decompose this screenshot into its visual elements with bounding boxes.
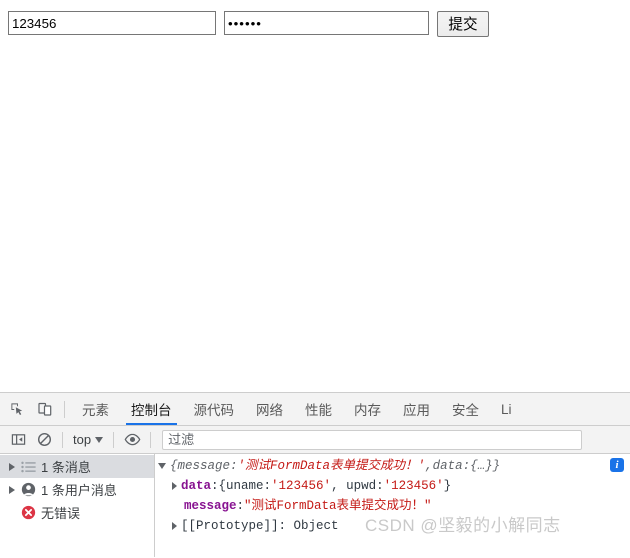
messages-list-icon bbox=[18, 461, 38, 473]
log-colon: : bbox=[230, 459, 238, 473]
tab-label: 网络 bbox=[256, 403, 283, 418]
log-prototype-label: [[Prototype]]: Object bbox=[181, 519, 339, 533]
tab-sources[interactable]: 源代码 bbox=[183, 393, 246, 425]
log-prop-value-message: "测试FormData表单提交成功！" bbox=[244, 499, 432, 513]
log-data-close: } bbox=[443, 479, 452, 493]
tab-label: 内存 bbox=[354, 403, 381, 418]
console-output: { message : '测试FormData表单提交成功！' , data :… bbox=[155, 454, 630, 557]
console-toolbar-divider-3 bbox=[150, 431, 152, 448]
user-message-icon bbox=[18, 482, 38, 497]
chevron-down-icon bbox=[95, 436, 104, 443]
log-prop-key-message: message bbox=[184, 499, 237, 513]
console-toolbar-divider bbox=[62, 431, 63, 448]
log-entry-root[interactable]: { message : '测试FormData表单提交成功！' , data :… bbox=[155, 456, 630, 476]
console-filter-input[interactable] bbox=[162, 429, 583, 450]
devtools-tabbar: 元素 控制台 源代码 网络 性能 内存 应用 安全 Li bbox=[0, 393, 630, 426]
log-entry-message: message : "测试FormData表单提交成功！" bbox=[155, 496, 630, 516]
log-entry-prototype[interactable]: [[Prototype]]: Object bbox=[155, 516, 630, 536]
log-data-uname-value: '123456' bbox=[271, 479, 332, 493]
toolbar-divider bbox=[64, 400, 65, 418]
tab-memory[interactable]: 内存 bbox=[343, 393, 392, 425]
sidebar-item-label: 无错误 bbox=[41, 506, 81, 521]
inspect-element-icon[interactable] bbox=[4, 396, 31, 423]
log-value-data-collapsed[interactable]: {…} bbox=[470, 456, 493, 476]
username-input[interactable] bbox=[8, 11, 216, 35]
error-icon bbox=[18, 505, 38, 520]
log-key-message: message bbox=[177, 459, 231, 473]
log-colon: : bbox=[236, 499, 245, 513]
tab-lighthouse[interactable]: Li bbox=[490, 393, 523, 425]
tab-console[interactable]: 控制台 bbox=[120, 393, 183, 425]
console-toolbar: top bbox=[0, 426, 630, 454]
log-prop-key-data: data bbox=[181, 479, 212, 493]
console-toolbar-divider-2 bbox=[113, 431, 115, 448]
tab-elements[interactable]: 元素 bbox=[71, 393, 120, 425]
web-page-viewport: 提交 bbox=[0, 0, 630, 392]
sidebar-item-user-messages[interactable]: 1 条用户消息 bbox=[0, 478, 154, 501]
log-colon: : bbox=[211, 479, 219, 493]
sidebar-item-no-errors[interactable]: 无错误 bbox=[0, 501, 154, 524]
log-data-open: {uname: bbox=[218, 479, 272, 493]
log-data-upwd-value: '123456' bbox=[383, 479, 444, 493]
expand-caret-icon[interactable] bbox=[6, 485, 18, 494]
expand-caret-icon[interactable] bbox=[172, 482, 177, 490]
sidebar-toggle-icon[interactable] bbox=[5, 428, 31, 452]
execution-context-value: top bbox=[73, 432, 92, 447]
log-value-message: '测试FormData表单提交成功！' bbox=[237, 459, 426, 473]
info-badge-icon[interactable]: i bbox=[610, 458, 624, 472]
login-form: 提交 bbox=[8, 11, 489, 37]
tab-label: 源代码 bbox=[193, 403, 235, 418]
tab-application[interactable]: 应用 bbox=[392, 393, 441, 425]
tab-network[interactable]: 网络 bbox=[245, 393, 294, 425]
sidebar-item-label: 1 条用户消息 bbox=[41, 483, 117, 498]
tab-performance[interactable]: 性能 bbox=[294, 393, 343, 425]
log-colon-2: : bbox=[462, 459, 471, 473]
log-open-brace: { bbox=[170, 459, 178, 473]
device-toolbar-icon[interactable] bbox=[31, 396, 58, 423]
tab-label: 元素 bbox=[82, 403, 109, 418]
sidebar-item-label: 1 条消息 bbox=[41, 460, 91, 475]
log-data-mid: , upwd: bbox=[331, 479, 384, 493]
tab-label: 应用 bbox=[403, 403, 430, 418]
console-body: 1 条消息 1 条用户消息 无错误 {message: '测试FormDat… bbox=[0, 454, 630, 557]
password-input[interactable] bbox=[224, 11, 429, 35]
expand-caret-icon[interactable] bbox=[172, 522, 177, 530]
log-close-brace: } bbox=[492, 459, 501, 473]
live-expression-eye-icon[interactable] bbox=[119, 428, 145, 452]
tab-label: 性能 bbox=[305, 403, 332, 418]
execution-context-dropdown[interactable]: top bbox=[68, 430, 108, 449]
log-key-data: data bbox=[432, 459, 463, 473]
console-sidebar: 1 条消息 1 条用户消息 无错误 bbox=[0, 454, 155, 557]
expand-caret-icon[interactable] bbox=[6, 462, 18, 471]
tab-security[interactable]: 安全 bbox=[441, 393, 490, 425]
devtools-panel: 元素 控制台 源代码 网络 性能 内存 应用 安全 Li top 过滤 1 条消… bbox=[0, 392, 630, 558]
tab-label: 安全 bbox=[452, 403, 479, 418]
tab-label: Li bbox=[501, 401, 512, 417]
log-comma: , bbox=[425, 459, 433, 473]
collapse-caret-icon[interactable] bbox=[158, 463, 166, 469]
log-entry-data[interactable]: data : {uname: '123456' , upwd: '123456'… bbox=[155, 476, 630, 496]
tab-label: 控制台 bbox=[131, 403, 172, 418]
sidebar-item-messages[interactable]: 1 条消息 bbox=[0, 455, 154, 478]
clear-console-icon[interactable] bbox=[31, 428, 57, 452]
submit-button[interactable]: 提交 bbox=[437, 11, 489, 37]
